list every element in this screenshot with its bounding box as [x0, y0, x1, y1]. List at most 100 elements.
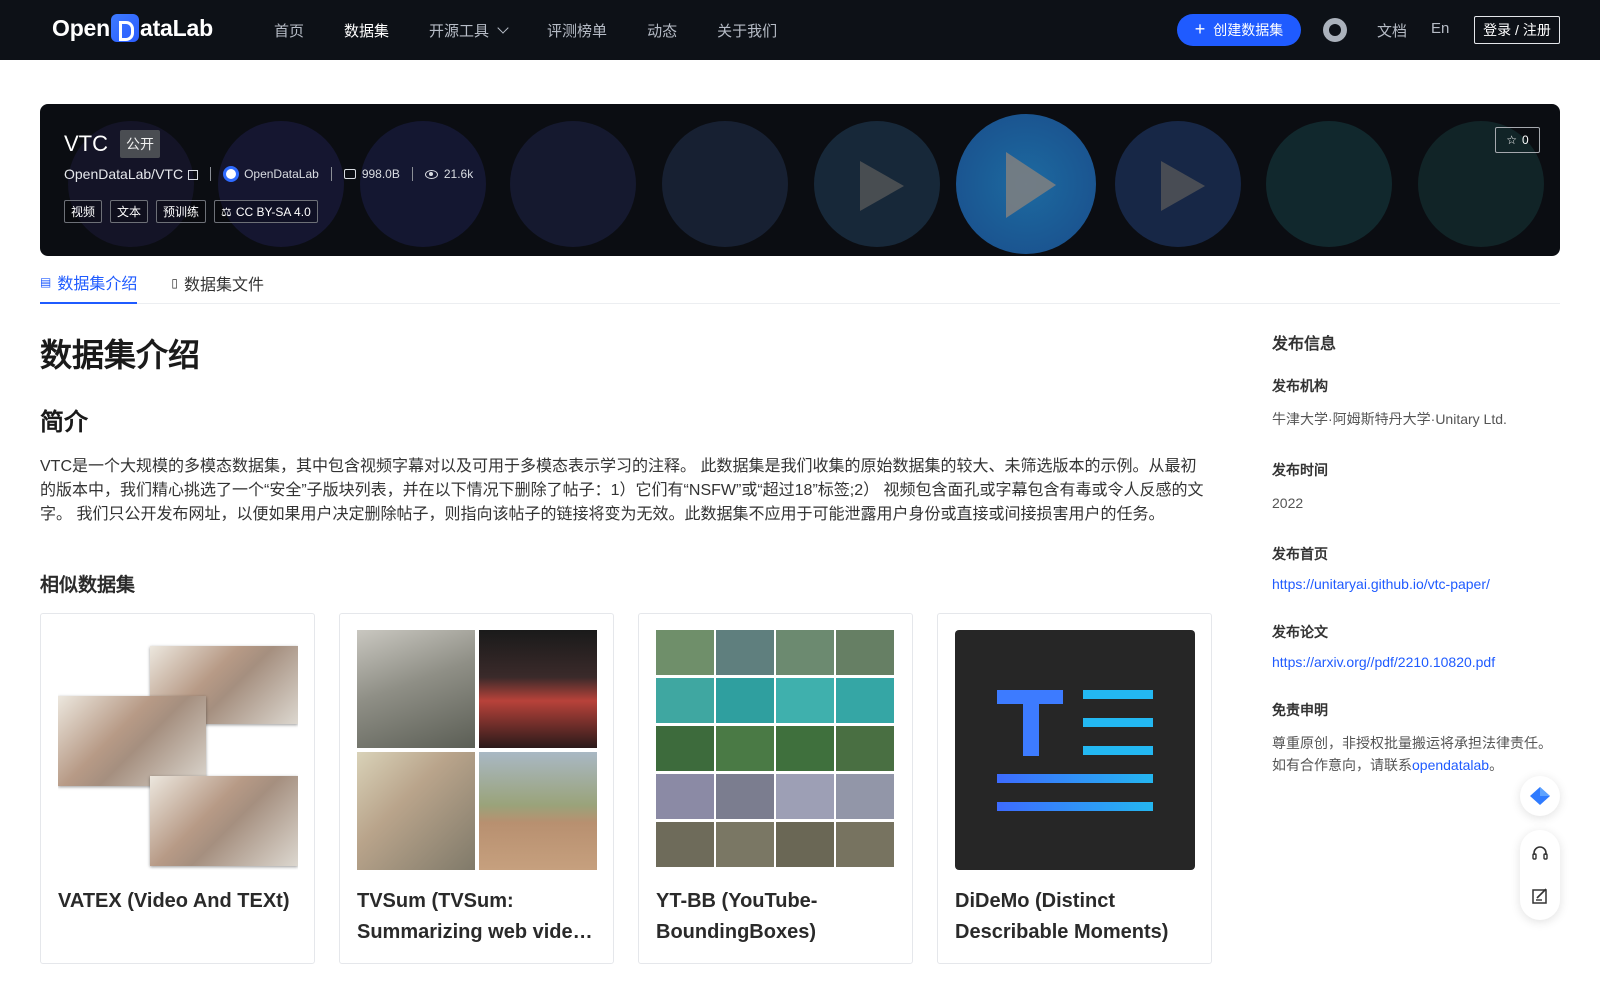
banner-play-bubble — [956, 114, 1096, 254]
plus-icon: + — [1194, 19, 1206, 39]
text-lines-logo-icon — [997, 690, 1153, 811]
nav-item-leaderboard[interactable]: 评测榜单 — [547, 20, 607, 41]
banner-bubble — [218, 121, 344, 247]
create-dataset-label: 创建数据集 — [1213, 22, 1284, 38]
dataset-card[interactable]: DiDeMo (Distinct Describable Moments) — [937, 613, 1212, 964]
docs-link[interactable]: 文档 — [1377, 20, 1407, 41]
publish-info-panel: 发布信息 发布机构 牛津大学·阿姆斯特丹大学·Unitary Ltd. 发布时间… — [1272, 330, 1562, 776]
play-icon — [1006, 152, 1056, 218]
disclaimer-text: 尊重原创，非授权批量搬运将承担法律责任。如有合作意向，请联系opendatala… — [1272, 732, 1562, 776]
edit-icon[interactable] — [1520, 876, 1560, 916]
banner-bubble — [662, 121, 788, 247]
contact-link[interactable]: opendatalab — [1412, 757, 1489, 773]
nav-item-home[interactable]: 首页 — [274, 20, 304, 41]
dataset-title-row: VTC 公开 — [64, 130, 160, 158]
banner-bubble — [360, 121, 486, 247]
dataset-tabs: ▤ 数据集介绍 ▯ 数据集文件 — [40, 262, 1560, 304]
github-icon[interactable] — [1323, 18, 1347, 42]
tag-video[interactable]: 视频 — [64, 200, 103, 223]
tab-files[interactable]: ▯ 数据集文件 — [171, 262, 264, 304]
site-logo[interactable]: Open ataLab — [52, 14, 213, 42]
dataset-meta: OpenDataLab/VTC OpenDataLab 998.0B 21.6k — [64, 166, 473, 182]
dataset-thumbnail — [955, 630, 1195, 870]
tag-text[interactable]: 文本 — [110, 200, 149, 223]
dataset-thumbnail — [58, 630, 298, 870]
tag-pretrain[interactable]: 预训练 — [156, 200, 207, 223]
language-switch[interactable]: En — [1431, 20, 1449, 37]
eye-icon — [424, 169, 438, 179]
divider — [210, 167, 212, 181]
nav-item-tools-label: 开源工具 — [429, 22, 490, 40]
dataset-banner: VTC 公开 OpenDataLab/VTC OpenDataLab 998.0… — [40, 104, 1560, 256]
banner-play-bubble — [1115, 121, 1241, 247]
dataset-card-title: YT-BB (YouTube-BoundingBoxes) — [656, 890, 818, 943]
license-badge[interactable]: ⚖ CC BY-SA 4.0 — [214, 200, 318, 223]
copy-icon[interactable] — [188, 170, 199, 180]
play-icon — [1161, 161, 1205, 211]
license-icon: ⚖ — [221, 204, 232, 219]
disk-icon — [343, 169, 356, 179]
visibility-badge: 公开 — [120, 130, 160, 158]
dataset-card-title: VATEX (Video And TEXt) — [58, 890, 290, 912]
dataset-title: VTC — [64, 131, 108, 156]
paper-link[interactable]: https://arxiv.org//pdf/2210.10820.pdf — [1272, 654, 1562, 670]
tab-intro[interactable]: ▤ 数据集介绍 — [40, 262, 138, 304]
paper-label: 发布论文 — [1272, 624, 1328, 640]
dataset-description: VTC是一个大规模的多模态数据集，其中包含视频字幕对以及可用于多模态表示学习的注… — [40, 458, 1204, 523]
license-label: CC BY-SA 4.0 — [235, 204, 311, 219]
banner-bubble — [510, 121, 636, 247]
dataset-card[interactable]: TVSum (TVSum: Summarizing web videos usi… — [339, 613, 614, 964]
dataset-size: 998.0B — [361, 167, 400, 181]
dataset-thumbnail — [656, 630, 896, 870]
repo-path: OpenDataLab/VTC — [64, 166, 184, 182]
chevron-down-icon — [497, 22, 509, 34]
nav-item-news[interactable]: 动态 — [647, 20, 677, 41]
float-action-button[interactable] — [1520, 776, 1560, 816]
support-actions — [1520, 830, 1560, 920]
divider — [411, 167, 413, 181]
disclaimer-end: 。 — [1489, 757, 1504, 773]
dataset-card-title: DiDeMo (Distinct Describable Moments) — [955, 890, 1169, 943]
top-navbar: Open ataLab 首页 数据集 开源工具 评测榜单 动态 关于我们 + 创… — [0, 0, 1600, 60]
section-heading-intro: 简介 — [40, 409, 88, 436]
tab-intro-label: 数据集介绍 — [57, 276, 138, 293]
org-icon — [223, 166, 240, 182]
nav-item-datasets[interactable]: 数据集 — [344, 20, 389, 41]
similar-datasets-list: VATEX (Video And TEXt) TVSum (TVSum: Sum… — [40, 613, 1212, 964]
play-icon — [860, 161, 904, 211]
logo-text-left: Open — [52, 14, 110, 41]
login-register-button[interactable]: 登录 / 注册 — [1474, 16, 1560, 44]
dataset-card-title: TVSum (TVSum: Summarizing web videos usi… — [357, 890, 596, 943]
dataset-card[interactable]: YT-BB (YouTube-BoundingBoxes) — [638, 613, 913, 964]
disclaimer-label: 免责申明 — [1272, 702, 1328, 718]
org-name[interactable]: OpenDataLab — [244, 167, 319, 181]
homepage-label: 发布首页 — [1272, 546, 1328, 562]
publish-time-value: 2022 — [1272, 495, 1304, 511]
main-nav: 首页 数据集 开源工具 评测榜单 动态 关于我们 — [274, 0, 817, 60]
page-title: 数据集介绍 — [40, 337, 201, 373]
banner-bubble — [1266, 121, 1392, 247]
view-count: 21.6k — [443, 167, 474, 181]
publisher-label: 发布机构 — [1272, 378, 1328, 394]
dataset-tags: 视频 文本 预训练 ⚖ CC BY-SA 4.0 — [64, 200, 318, 223]
logo-mark-icon — [110, 14, 139, 42]
homepage-link[interactable]: https://unitaryai.github.io/vtc-paper/ — [1272, 576, 1562, 592]
nav-item-about[interactable]: 关于我们 — [717, 20, 777, 41]
publisher-value: 牛津大学·阿姆斯特丹大学·Unitary Ltd. — [1272, 411, 1507, 427]
dataset-card[interactable]: VATEX (Video And TEXt) — [40, 613, 315, 964]
star-icon: ☆ — [1506, 133, 1518, 147]
file-icon: ▯ — [171, 276, 178, 290]
star-button[interactable]: ☆ 0 — [1495, 127, 1540, 153]
database-icon: ▤ — [40, 275, 52, 289]
diamond-icon — [1530, 787, 1550, 805]
star-count: 0 — [1522, 133, 1529, 147]
similar-datasets-heading: 相似数据集 — [40, 575, 136, 596]
banner-play-bubble — [814, 121, 940, 247]
logo-text-right: ataLab — [139, 14, 213, 41]
tab-files-label: 数据集文件 — [183, 277, 264, 294]
nav-item-tools[interactable]: 开源工具 — [429, 20, 509, 41]
headset-icon[interactable] — [1520, 834, 1560, 874]
publish-time-label: 发布时间 — [1272, 462, 1328, 478]
create-dataset-button[interactable]: + 创建数据集 — [1177, 14, 1301, 46]
publish-info-title: 发布信息 — [1272, 336, 1337, 353]
